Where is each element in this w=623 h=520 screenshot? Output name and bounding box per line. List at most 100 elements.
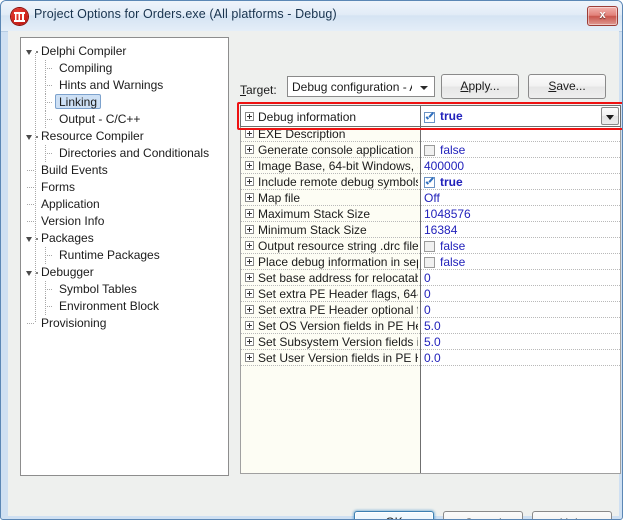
tree-connector-line bbox=[45, 119, 53, 120]
tree-item-label: Hints and Warnings bbox=[59, 78, 164, 92]
property-value: 0 bbox=[424, 271, 431, 285]
apply-button[interactable]: Apply... bbox=[441, 74, 519, 99]
expand-icon[interactable] bbox=[245, 305, 254, 314]
tree-item-hints-and-warnings[interactable]: Hints and Warnings bbox=[21, 77, 226, 94]
property-name: Set OS Version fields in PE Heade bbox=[258, 319, 418, 333]
property-value: 16384 bbox=[424, 223, 458, 237]
property-row[interactable]: Set base address for relocatable i 0 bbox=[241, 270, 620, 286]
expand-icon[interactable] bbox=[245, 273, 254, 282]
expand-icon[interactable] bbox=[245, 161, 254, 170]
property-name: Set extra PE Header flags, 64-bit bbox=[258, 287, 418, 301]
property-row[interactable]: Set extra PE Header flags, 64-bit 0 bbox=[241, 286, 620, 302]
property-row[interactable]: Set OS Version fields in PE Heade 5.0 bbox=[241, 318, 620, 334]
help-button[interactable]: Help bbox=[532, 511, 612, 519]
property-name: Debug information bbox=[258, 110, 357, 124]
expand-icon[interactable] bbox=[245, 225, 254, 234]
property-row[interactable]: Set User Version fields in PE Head 0.0 bbox=[241, 350, 620, 366]
tree-item-application[interactable]: Application bbox=[21, 196, 226, 213]
tree-item-delphi-compiler[interactable]: Delphi Compiler bbox=[21, 43, 226, 60]
property-name: Set User Version fields in PE Head bbox=[258, 351, 418, 365]
property-checkbox[interactable] bbox=[424, 240, 435, 252]
tree-connector-line bbox=[45, 255, 53, 256]
property-row[interactable]: Generate console application false bbox=[241, 142, 620, 158]
tree-item-forms[interactable]: Forms bbox=[21, 179, 226, 196]
property-checkbox[interactable] bbox=[424, 111, 435, 123]
tree-connector-line bbox=[27, 323, 35, 324]
value-dropdown-button[interactable] bbox=[601, 107, 619, 125]
tree-guide-line bbox=[45, 145, 46, 162]
collapse-triangle-icon[interactable] bbox=[26, 271, 32, 276]
tree-item-output-c-c[interactable]: Output - C/C++ bbox=[21, 111, 226, 128]
property-checkbox[interactable] bbox=[424, 256, 435, 268]
property-checkbox[interactable] bbox=[424, 144, 435, 156]
tree-item-directories-and-conditionals[interactable]: Directories and Conditionals bbox=[21, 145, 226, 162]
window-title: Project Options for Orders.exe (All plat… bbox=[34, 7, 337, 21]
property-row[interactable]: Map file Off bbox=[241, 190, 620, 206]
tree-guide-line bbox=[45, 60, 46, 77]
tree-item-compiling[interactable]: Compiling bbox=[21, 60, 226, 77]
property-value: 0 bbox=[424, 303, 431, 317]
property-row[interactable]: Image Base, 64-bit Windows, 32- 400000 bbox=[241, 158, 620, 174]
active-row-divider bbox=[420, 106, 421, 126]
tree-guide-line bbox=[45, 281, 46, 298]
property-name: Maximum Stack Size bbox=[258, 207, 371, 221]
expand-icon[interactable] bbox=[245, 337, 254, 346]
active-property-row[interactable]: Debug information true bbox=[240, 105, 621, 127]
property-row[interactable]: Place debug information in separa false bbox=[241, 254, 620, 270]
property-row[interactable]: Set Subsystem Version fields in PE 5.0 bbox=[241, 334, 620, 350]
tree-item-runtime-packages[interactable]: Runtime Packages bbox=[21, 247, 226, 264]
collapse-triangle-icon[interactable] bbox=[26, 135, 32, 140]
property-row[interactable]: EXE Description bbox=[241, 126, 620, 142]
expand-icon[interactable] bbox=[245, 129, 254, 138]
property-row[interactable]: Maximum Stack Size 1048576 bbox=[241, 206, 620, 222]
expand-icon[interactable] bbox=[245, 289, 254, 298]
tree-item-environment-block[interactable]: Environment Block bbox=[21, 298, 226, 315]
tree-connector-line bbox=[45, 85, 53, 86]
property-row[interactable]: Set extra PE Header optional flag 0 bbox=[241, 302, 620, 318]
tree-connector-line bbox=[45, 306, 53, 307]
save-button[interactable]: Save... bbox=[528, 74, 606, 99]
expand-icon[interactable] bbox=[245, 321, 254, 330]
cancel-button[interactable]: Cancel bbox=[443, 511, 523, 519]
close-button[interactable]: x bbox=[587, 6, 618, 26]
property-grid[interactable]: EXE Description Generate console applicat… bbox=[240, 105, 621, 474]
property-checkbox[interactable] bbox=[424, 176, 435, 188]
tree-guide-line bbox=[45, 94, 46, 111]
expand-icon[interactable] bbox=[245, 353, 254, 362]
tree-item-packages[interactable]: Packages bbox=[21, 230, 226, 247]
property-row[interactable]: Minimum Stack Size 16384 bbox=[241, 222, 620, 238]
tree-item-provisioning[interactable]: Provisioning bbox=[21, 315, 226, 332]
expand-icon[interactable] bbox=[245, 209, 254, 218]
tree-item-label: Application bbox=[41, 197, 100, 211]
property-name: Set extra PE Header optional flag bbox=[258, 303, 418, 317]
expand-icon[interactable] bbox=[245, 241, 254, 250]
expand-icon[interactable] bbox=[245, 193, 254, 202]
property-name: Map file bbox=[258, 191, 301, 205]
options-tree[interactable]: Delphi Compiler Compiling Hints and Warnin… bbox=[20, 37, 229, 476]
ok-button[interactable]: OK bbox=[354, 511, 434, 519]
collapse-triangle-icon[interactable] bbox=[26, 237, 32, 242]
collapse-triangle-icon[interactable] bbox=[26, 50, 32, 55]
tree-item-build-events[interactable]: Build Events bbox=[21, 162, 226, 179]
property-name: Generate console application bbox=[258, 143, 414, 157]
tree-item-label: Linking bbox=[55, 94, 102, 109]
tree-item-symbol-tables[interactable]: Symbol Tables bbox=[21, 281, 226, 298]
target-value: Debug configuration - All p bbox=[292, 80, 412, 94]
tree-item-linking[interactable]: Linking bbox=[21, 94, 226, 111]
property-value: 0.0 bbox=[424, 351, 441, 365]
tree-connector-line bbox=[45, 153, 53, 154]
target-combobox[interactable]: Debug configuration - All p bbox=[287, 76, 435, 97]
expand-icon[interactable] bbox=[245, 112, 254, 121]
expand-icon[interactable] bbox=[245, 257, 254, 266]
tree-item-label: Symbol Tables bbox=[59, 282, 137, 296]
expand-icon[interactable] bbox=[245, 145, 254, 154]
tree-item-version-info[interactable]: Version Info bbox=[21, 213, 226, 230]
tree-item-resource-compiler[interactable]: Resource Compiler bbox=[21, 128, 226, 145]
property-row[interactable]: Include remote debug symbols true bbox=[241, 174, 620, 190]
tree-item-debugger[interactable]: Debugger bbox=[21, 264, 226, 281]
property-row[interactable]: Output resource string .drc file false bbox=[241, 238, 620, 254]
tree-guide-line bbox=[45, 298, 46, 315]
expand-icon[interactable] bbox=[245, 177, 254, 186]
tree-connector-line bbox=[27, 170, 35, 171]
property-name: Place debug information in separa bbox=[258, 255, 418, 269]
